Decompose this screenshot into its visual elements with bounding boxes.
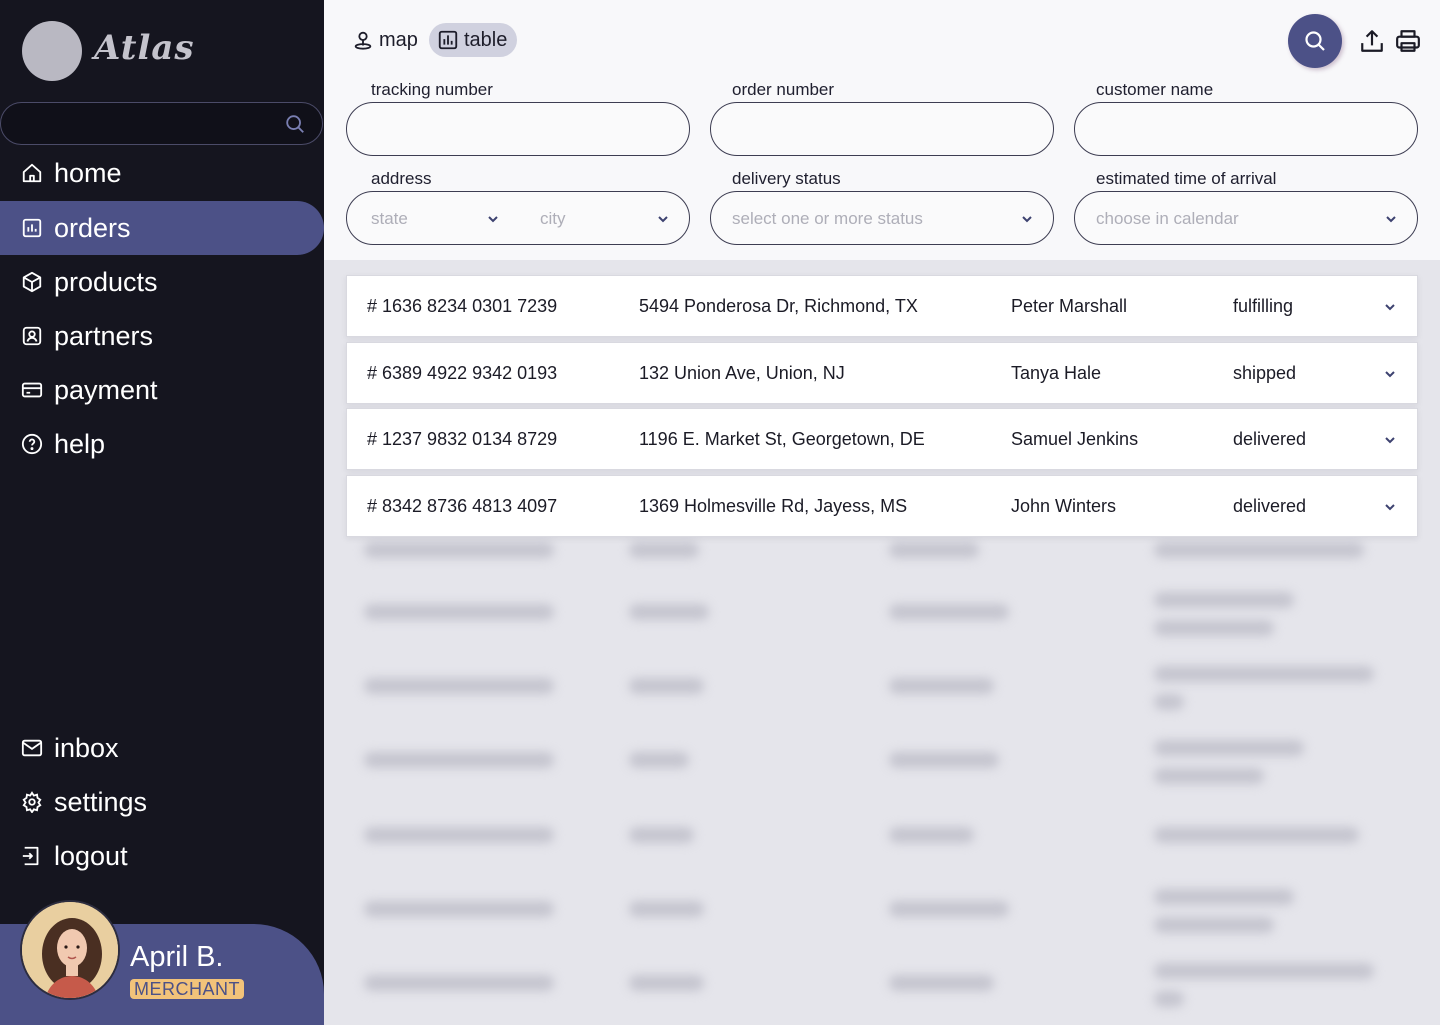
sidebar-item-label: logout bbox=[54, 841, 128, 871]
chevron-down-icon[interactable] bbox=[486, 212, 500, 226]
search-icon bbox=[1305, 31, 1325, 51]
order-number-label: order number bbox=[732, 80, 835, 99]
delivery-status-placeholder: select one or more status bbox=[732, 209, 923, 228]
table-row[interactable]: # 6389 4922 9342 0193 132 Union Ave, Uni… bbox=[346, 342, 1418, 404]
question-icon bbox=[21, 433, 43, 455]
logout-icon bbox=[22, 846, 39, 866]
chevron-down-icon[interactable] bbox=[1383, 300, 1397, 314]
status-cell: fulfilling bbox=[1233, 296, 1294, 316]
box-icon bbox=[22, 271, 42, 293]
address-cell: 1196 E. Market St, Georgetown, DE bbox=[639, 429, 925, 449]
avatar[interactable] bbox=[20, 900, 120, 1000]
eta-date-picker[interactable]: choose in calendar bbox=[1074, 191, 1418, 245]
print-icon[interactable] bbox=[1395, 28, 1421, 54]
main-content: map table tracking number order number c… bbox=[324, 0, 1440, 1025]
status-cell: delivered bbox=[1233, 496, 1307, 516]
table-row[interactable]: # 8342 8736 4813 4097 1369 Holmesville R… bbox=[346, 475, 1418, 537]
tracking-number-cell: # 6389 4922 9342 0193 bbox=[367, 363, 558, 383]
view-table-toggle[interactable]: table bbox=[429, 23, 517, 57]
status-cell: delivered bbox=[1233, 429, 1307, 449]
address-cell: 5494 Ponderosa Dr, Richmond, TX bbox=[639, 296, 918, 316]
sidebar-item-logout[interactable]: logout bbox=[0, 829, 324, 883]
eta-label: estimated time of arrival bbox=[1096, 169, 1277, 188]
sidebar-item-label: payment bbox=[54, 375, 158, 405]
sidebar: Atlas home orders products partners paym… bbox=[0, 0, 324, 1025]
map-pin-icon bbox=[354, 31, 372, 50]
search-icon bbox=[286, 115, 304, 133]
chevron-down-icon[interactable] bbox=[1383, 367, 1397, 381]
chevron-down-icon[interactable] bbox=[1383, 500, 1397, 514]
city-select[interactable]: city bbox=[540, 209, 566, 229]
sidebar-item-orders[interactable]: orders bbox=[0, 201, 324, 255]
customer-name-input[interactable] bbox=[1074, 102, 1418, 156]
chevron-down-icon[interactable] bbox=[656, 212, 670, 226]
chevron-down-icon bbox=[1386, 216, 1396, 223]
sidebar-search-input[interactable] bbox=[0, 102, 323, 145]
home-icon bbox=[22, 163, 42, 183]
sidebar-item-label: partners bbox=[54, 321, 154, 351]
sidebar-item-label: products bbox=[54, 267, 158, 297]
sidebar-item-products[interactable]: products bbox=[0, 255, 324, 309]
delivery-status-select[interactable]: select one or more status bbox=[710, 191, 1054, 245]
table-row[interactable]: # 1636 8234 0301 7239 5494 Ponderosa Dr,… bbox=[346, 275, 1418, 337]
tracking-number-input[interactable] bbox=[346, 102, 690, 156]
profile-name: April B. bbox=[130, 941, 224, 973]
sidebar-item-label: inbox bbox=[54, 733, 119, 763]
sidebar-item-home[interactable]: home bbox=[0, 146, 324, 200]
delivery-status-label: delivery status bbox=[732, 169, 841, 188]
view-map-toggle[interactable]: map bbox=[352, 23, 418, 57]
credit-card-icon bbox=[21, 382, 43, 398]
sidebar-item-payment[interactable]: payment bbox=[0, 363, 324, 417]
state-select[interactable]: state bbox=[371, 209, 408, 229]
address-label: address bbox=[371, 169, 432, 188]
sidebar-item-label: orders bbox=[54, 213, 131, 243]
contact-card-icon bbox=[22, 326, 42, 346]
gear-icon bbox=[22, 791, 42, 813]
sidebar-item-label: help bbox=[54, 429, 106, 459]
tracking-number-cell: # 8342 8736 4813 4097 bbox=[367, 496, 558, 516]
sidebar-item-settings[interactable]: settings bbox=[0, 775, 324, 829]
address-cell: 1369 Holmesville Rd, Jayess, MS bbox=[639, 496, 908, 516]
view-map-label: map bbox=[379, 28, 418, 51]
tracking-number-cell: # 1237 9832 0134 8729 bbox=[367, 429, 558, 449]
customer-name-label: customer name bbox=[1096, 80, 1214, 99]
sidebar-item-partners[interactable]: partners bbox=[0, 309, 324, 363]
tracking-number-cell: # 1636 8234 0301 7239 bbox=[367, 296, 558, 316]
mail-icon bbox=[21, 739, 43, 757]
view-table-label: table bbox=[464, 28, 508, 51]
upload-icon[interactable] bbox=[1359, 28, 1385, 54]
chevron-down-icon bbox=[1022, 216, 1032, 223]
sidebar-item-label: home bbox=[54, 158, 122, 188]
chevron-down-icon[interactable] bbox=[1383, 433, 1397, 447]
eta-placeholder: choose in calendar bbox=[1096, 209, 1239, 228]
customer-cell: John Winters bbox=[1011, 496, 1117, 516]
table-chart-icon bbox=[438, 30, 458, 50]
customer-cell: Samuel Jenkins bbox=[1011, 429, 1139, 449]
sidebar-item-label: settings bbox=[54, 787, 148, 817]
table-row[interactable]: # 1237 9832 0134 8729 1196 E. Market St,… bbox=[346, 408, 1418, 470]
order-number-input[interactable] bbox=[710, 102, 1054, 156]
status-cell: shipped bbox=[1233, 363, 1297, 383]
sidebar-item-help[interactable]: help bbox=[0, 417, 324, 471]
address-cell: 132 Union Ave, Union, NJ bbox=[639, 363, 845, 383]
app-logo: Atlas bbox=[94, 28, 195, 68]
search-button[interactable] bbox=[1288, 14, 1342, 68]
sidebar-item-inbox[interactable]: inbox bbox=[0, 721, 324, 775]
role-badge: MERCHANT bbox=[130, 979, 244, 999]
address-field: state city bbox=[346, 191, 690, 245]
filter-panel: map table tracking number order number c… bbox=[324, 0, 1440, 260]
logo-mark bbox=[22, 21, 82, 81]
tracking-number-label: tracking number bbox=[371, 80, 493, 99]
customer-cell: Peter Marshall bbox=[1011, 296, 1128, 316]
bar-chart-icon bbox=[22, 218, 42, 238]
customer-cell: Tanya Hale bbox=[1011, 363, 1102, 383]
